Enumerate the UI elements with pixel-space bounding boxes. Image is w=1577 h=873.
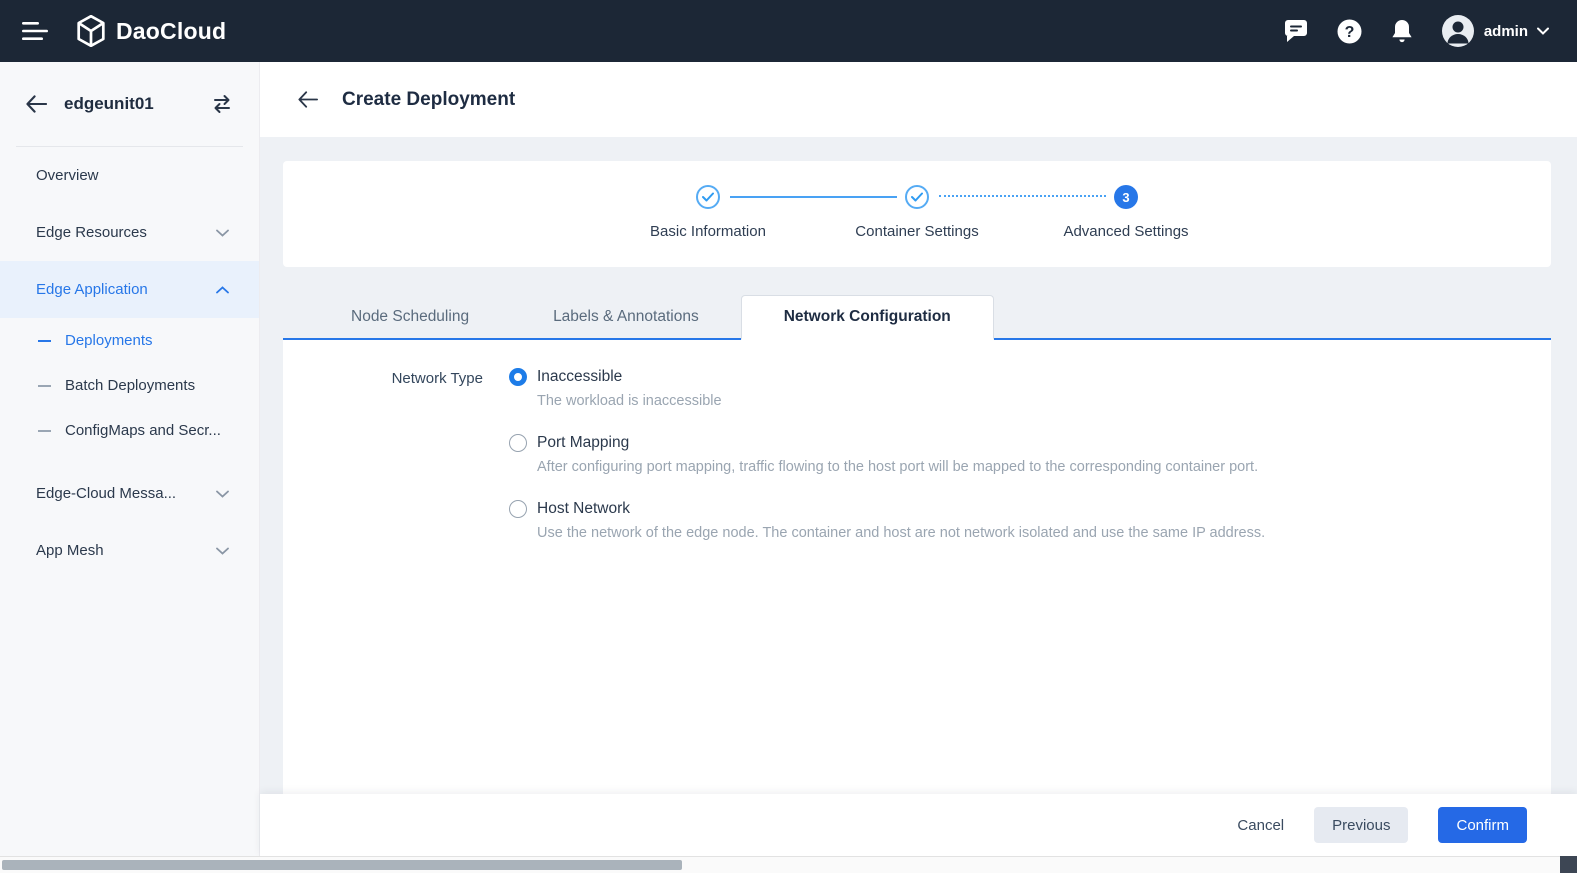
cluster-name: edgeunit01 xyxy=(64,94,194,114)
sidebar-item-app-mesh[interactable]: App Mesh xyxy=(0,522,259,579)
cancel-button[interactable]: Cancel xyxy=(1237,817,1284,834)
brand[interactable]: DaoCloud xyxy=(76,15,226,47)
option-port-mapping: Port Mapping After configuring port mapp… xyxy=(509,434,1551,477)
chevron-up-icon xyxy=(216,286,229,294)
step-connector-solid xyxy=(730,196,897,198)
avatar xyxy=(1441,14,1475,48)
network-configuration-panel: Network Type Inaccessible The workload i… xyxy=(283,340,1551,794)
dash-icon xyxy=(38,340,51,342)
svg-text:?: ? xyxy=(1344,24,1354,41)
option-host-network: Host Network Use the network of the edge… xyxy=(509,500,1551,543)
dash-icon xyxy=(38,385,51,387)
scrollbar-thumb[interactable] xyxy=(2,860,682,870)
username: admin xyxy=(1484,23,1528,40)
message-icon[interactable] xyxy=(1283,19,1309,43)
menu-icon[interactable] xyxy=(22,21,48,41)
step-1-label: Basic Information xyxy=(650,223,766,240)
switch-cluster-icon[interactable] xyxy=(211,94,233,114)
confirm-button[interactable]: Confirm xyxy=(1438,807,1527,843)
option-inaccessible: Inaccessible The workload is inaccessibl… xyxy=(509,368,1551,411)
chevron-down-icon xyxy=(216,547,229,555)
radio-inaccessible[interactable] xyxy=(509,368,527,386)
chevron-down-icon xyxy=(216,229,229,237)
option-description: Use the network of the edge node. The co… xyxy=(537,524,1551,543)
tab-labels-annotations[interactable]: Labels & Annotations xyxy=(511,295,741,338)
sidebar-item-overview[interactable]: Overview xyxy=(0,147,259,204)
step-2-check-icon xyxy=(905,185,929,209)
page-title: Create Deployment xyxy=(342,89,515,111)
step-connector-dotted xyxy=(939,195,1106,197)
sidebar-item-edge-application[interactable]: Edge Application xyxy=(0,261,259,318)
stepper: 3 Basic Information Container Settings A… xyxy=(696,185,1138,247)
user-menu[interactable]: admin xyxy=(1441,14,1549,48)
sidebar-nav: Overview Edge Resources Edge Application… xyxy=(0,147,259,579)
chevron-down-icon xyxy=(1537,27,1549,35)
radio-host-network[interactable] xyxy=(509,500,527,518)
option-description: The workload is inaccessible xyxy=(537,392,1551,411)
sidebar-item-configmaps-secrets[interactable]: ConfigMaps and Secr... xyxy=(0,408,259,453)
chevron-down-icon xyxy=(216,490,229,498)
step-2-label: Container Settings xyxy=(855,223,978,240)
sidebar-back-icon[interactable] xyxy=(26,95,47,113)
tab-node-scheduling[interactable]: Node Scheduling xyxy=(309,295,511,338)
previous-button[interactable]: Previous xyxy=(1314,807,1408,843)
daocloud-logo-icon xyxy=(76,15,106,47)
help-icon[interactable]: ? xyxy=(1336,18,1363,45)
sidebar-item-edge-resources[interactable]: Edge Resources xyxy=(0,204,259,261)
bell-icon[interactable] xyxy=(1390,18,1414,44)
step-1-check-icon xyxy=(696,185,720,209)
network-type-options: Inaccessible The workload is inaccessibl… xyxy=(509,368,1551,566)
stepper-card: 3 Basic Information Container Settings A… xyxy=(283,161,1551,267)
sidebar-item-batch-deployments[interactable]: Batch Deployments xyxy=(0,363,259,408)
dash-icon xyxy=(38,430,51,432)
scrollbar-corner xyxy=(1560,856,1577,873)
network-type-label: Network Type xyxy=(283,368,509,566)
step-3-label: Advanced Settings xyxy=(1063,223,1188,240)
step-3-badge: 3 xyxy=(1114,185,1138,209)
horizontal-scrollbar[interactable] xyxy=(0,856,1577,873)
tabbar: Node Scheduling Labels & Annotations Net… xyxy=(283,295,1551,340)
tab-network-configuration[interactable]: Network Configuration xyxy=(741,295,994,340)
page-header: Create Deployment xyxy=(260,62,1577,137)
sidebar: edgeunit01 Overview Edge Resources Edge … xyxy=(0,62,260,856)
topbar: DaoCloud ? admin xyxy=(0,0,1577,62)
option-description: After configuring port mapping, traffic … xyxy=(537,458,1551,477)
sidebar-item-deployments[interactable]: Deployments xyxy=(0,318,259,363)
radio-port-mapping[interactable] xyxy=(509,434,527,452)
page-back-icon[interactable] xyxy=(298,91,318,108)
main-area: Create Deployment 3 Basic Info xyxy=(260,62,1577,856)
wizard-footer: Cancel Previous Confirm xyxy=(260,794,1577,856)
brand-name: DaoCloud xyxy=(116,18,226,45)
sidebar-item-edge-cloud-message[interactable]: Edge-Cloud Messa... xyxy=(0,465,259,522)
